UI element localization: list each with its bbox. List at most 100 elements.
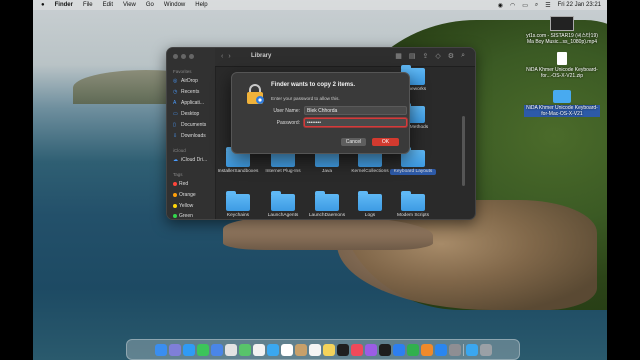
folder-item[interactable]: Logs [347,191,393,219]
folder-item[interactable]: Modem Scripts [390,191,436,219]
password-label: Password: [276,119,300,126]
cancel-button[interactable]: Cancel [341,138,366,146]
menu-help[interactable]: Help [195,2,207,8]
chrome-app-icon[interactable] [224,343,237,356]
trash-icon[interactable] [479,343,492,356]
messages-app-icon[interactable] [196,343,209,356]
mail-app-icon[interactable] [210,343,223,356]
search-icon[interactable]: ⌕ [461,52,465,60]
sidebar-item-recents[interactable]: ◷ Recents [173,89,199,95]
photos-app-icon[interactable] [252,343,265,356]
toolbar-tools: ▦ ▤ ⇪ ◇ ⚙ ⌕ [395,52,465,60]
finder-app-icon[interactable] [154,343,167,356]
sidebar-item-icloud-drive[interactable]: ☁ iCloud Dri... [173,157,207,163]
auth-dialog: Finder wants to copy 2 items. Enter your… [231,72,410,154]
control-center-icon[interactable]: ☰ [545,2,550,9]
status-area: ◉ ◠ ▭ ⌕ ☰ Fri 22 Jan 23:21 [498,2,601,9]
clock-text[interactable]: Fri 22 Jan 23:21 [558,2,601,8]
appletv-app-icon[interactable] [336,343,349,356]
sidebar-item-label: iCloud Dri... [181,157,208,163]
sidebar-item-label: AirDrop [181,78,198,84]
menu-view[interactable]: View [123,2,136,8]
desktop-folder-keyboard[interactable]: NiDA Khmer Unicode Keyboard-for-Mac-OS-X… [524,90,600,117]
keynote-app-icon[interactable] [392,343,405,356]
menu-edit[interactable]: Edit [103,2,113,8]
username-field[interactable] [304,106,407,115]
calendar-app-icon[interactable] [280,343,293,356]
ok-button[interactable]: OK [372,138,399,146]
maps-app-icon[interactable] [238,343,251,356]
finder-toolbar: ‹› Library ▦ ▤ ⇪ ◇ ⚙ ⌕ [215,48,475,67]
sidebar-item-desktop[interactable]: ▭ Desktop [173,111,199,117]
desktop-file-zip[interactable]: NiDA Khmer Unicode Keyboard-for...-OS-X-… [524,52,600,79]
battery-icon[interactable]: ▭ [522,2,528,9]
folder-label: InstallerSandboxes [217,169,259,174]
dialog-title: Finder wants to copy 2 items. [271,82,356,88]
desktop-file-label: NiDA Khmer Unicode Keyboard-for-Mac-OS-X… [524,105,600,117]
menu-finder[interactable]: Finder [55,2,73,8]
stocks-app-icon[interactable] [378,343,391,356]
folder-icon [271,191,295,211]
lock-icon [247,84,264,104]
sidebar-tag-green[interactable]: Green [173,213,193,219]
reminders-app-icon[interactable] [308,343,321,356]
zoom-button[interactable] [189,54,194,59]
sidebar-item-airdrop[interactable]: ◎ AirDrop [173,78,198,84]
password-field[interactable] [304,118,407,127]
folder-label: Keyboard Layouts [390,169,436,175]
tag-dot-icon [173,182,177,186]
safari-app-icon[interactable] [182,343,195,356]
username-row: User Name: [271,106,407,115]
wifi-icon[interactable]: ◠ [510,2,515,9]
desktop-icon: ▭ [173,111,178,117]
appstore-app-icon[interactable] [434,343,447,356]
desktop-file-video[interactable]: yt1s.com - SISTAR19 (씨스타19) Ma Boy Music… [524,16,600,45]
folder-item[interactable]: LaunchAgents [260,191,306,219]
airdrop-icon: ◎ [173,78,178,84]
folder-item[interactable]: LaunchDaemons [304,191,350,219]
apple-menu-icon[interactable]: ● [41,2,45,8]
sidebar-tag-orange[interactable]: Orange [173,192,196,198]
share-icon[interactable]: ⇪ [423,52,429,60]
folder-label: Internet Plug-Ins [265,169,301,174]
sidebar-item-downloads[interactable]: ⇩ Downloads [173,133,206,139]
menu-window[interactable]: Window [164,2,185,8]
tag-icon[interactable]: ◇ [435,52,440,60]
scrollbar[interactable] [462,116,465,186]
folder-label: Keychains [226,213,250,218]
record-icon[interactable]: ◉ [498,2,503,9]
clock-icon: ◷ [173,89,178,95]
system-preferences-app-icon[interactable] [448,343,461,356]
back-forward-icon[interactable]: ‹› [221,53,236,60]
action-icon[interactable]: ⚙ [448,52,454,60]
podcasts-app-icon[interactable] [364,343,377,356]
downloads-stack-icon[interactable] [465,343,478,356]
sidebar-tag-red[interactable]: Red [173,181,188,187]
sidebar-item-documents[interactable]: ▯ Documents [173,122,206,128]
close-button[interactable] [173,54,178,59]
menu-file[interactable]: File [83,2,93,8]
menu-go[interactable]: Go [146,2,154,8]
video-thumbnail [550,16,574,31]
sidebar-item-label: Green [179,213,193,219]
sidebar-item-label: Red [179,181,189,187]
pages-app-icon[interactable] [420,343,433,356]
dialog-subtitle: Enter your password to allow this. [271,96,340,101]
sidebar-item-applications[interactable]: A Applicati... [173,100,204,106]
tag-dot-icon [173,214,177,218]
folder-label: Java [321,169,333,174]
group-icon[interactable]: ▤ [409,52,416,60]
sidebar-header-tags: Tags [173,172,183,177]
sidebar-tag-yellow[interactable]: Yellow [173,203,193,209]
dock [126,339,520,360]
folder-item[interactable]: Keychains [215,191,261,219]
launchpad-app-icon[interactable] [168,343,181,356]
view-grid-icon[interactable]: ▦ [395,52,402,60]
minimize-button[interactable] [181,54,186,59]
notes-app-icon[interactable] [322,343,335,356]
numbers-app-icon[interactable] [406,343,419,356]
search-icon[interactable]: ⌕ [535,2,538,9]
facetime-app-icon[interactable] [266,343,279,356]
music-app-icon[interactable] [350,343,363,356]
contacts-app-icon[interactable] [294,343,307,356]
